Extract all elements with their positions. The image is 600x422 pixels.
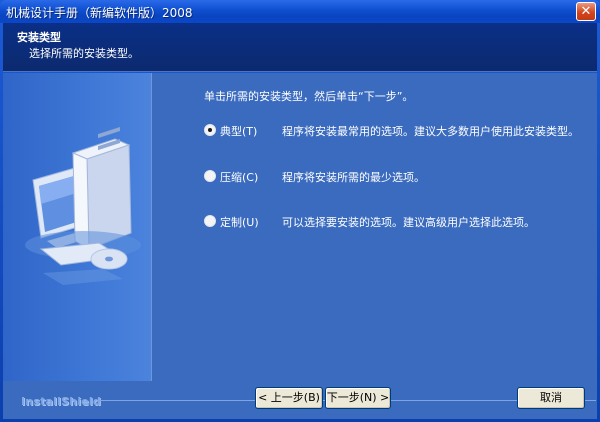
next-button[interactable]: 下一步(N) > [325,387,391,409]
radio-compact[interactable] [204,170,216,182]
option-custom-label[interactable]: 定制(U) [220,214,259,230]
close-icon: ✕ [580,4,592,19]
window-title: 机械设计手册（新编软件版）2008 [6,6,193,20]
radio-typical[interactable] [204,124,216,136]
option-custom-description: 可以选择要安装的选项。建议高级用户选择此选项。 [282,216,535,229]
option-compact-description: 程序将安装所需的最少选项。 [282,171,425,184]
installer-window: 机械设计手册（新编软件版）2008 ✕ 安装类型 选择所需的安装类型。 单击所需… [0,0,600,422]
left-art-panel [3,73,151,381]
option-typical-description: 程序将安装最常用的选项。建议大多数用户使用此安装类型。 [282,125,579,138]
instruction-text: 单击所需的安装类型，然后单击“下一步”。 [204,90,414,103]
button-bar: InstallShield < 上一步(B) 下一步(N) > 取消 [3,381,597,419]
main-panel: 单击所需的安装类型，然后单击“下一步”。 典型(T) 程序将安装最常用的选项。建… [152,73,597,381]
radio-custom[interactable] [204,215,216,227]
cancel-button[interactable]: 取消 [517,387,585,409]
header-banner: 安装类型 选择所需的安装类型。 [3,23,597,72]
page-subtitle: 选择所需的安装类型。 [29,47,139,60]
option-typical-label[interactable]: 典型(T) [220,123,257,139]
installshield-brand: InstallShield [21,395,101,408]
page-title: 安装类型 [17,31,61,44]
back-button[interactable]: < 上一步(B) [255,387,323,409]
title-bar[interactable]: 机械设计手册（新编软件版）2008 ✕ [0,0,600,23]
computer-cd-illustration-icon [25,126,141,285]
close-button[interactable]: ✕ [576,2,596,21]
option-compact-label[interactable]: 压缩(C) [220,169,258,185]
